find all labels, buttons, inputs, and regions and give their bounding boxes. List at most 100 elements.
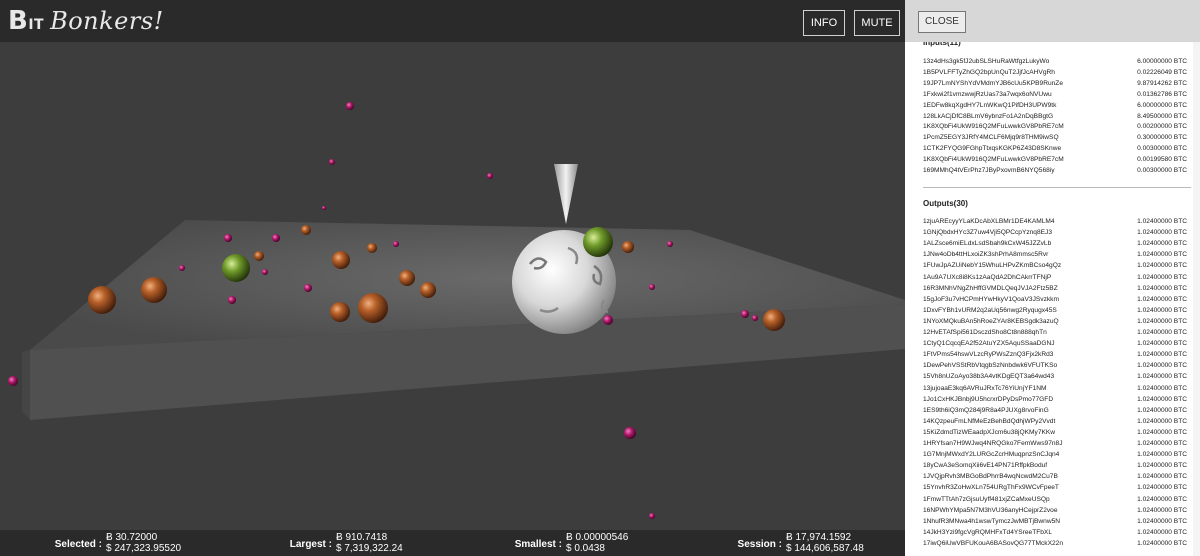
output-row[interactable]: 12HvETAfSpi561DsczdSho8Ct8n888qhTn 1.0240…	[923, 329, 1187, 340]
tx-address[interactable]: 1K8XQbFi4UkW916Q2MFuLwwkGV8PbRE7cM	[923, 123, 1064, 130]
tx-address[interactable]: 15Vh8nUZoAyo38b3A4vtKDgEQT3a64wd43	[923, 373, 1054, 380]
tx-address[interactable]: 1FtVPms54hswVLzcRyPWsZznQ3Fjx2kRd3	[923, 351, 1053, 358]
tx-address[interactable]: 1CTK2FYQG9FGhpTtxqsKGKP6Z43D8SKnwe	[923, 145, 1061, 152]
info-button[interactable]: INFO	[803, 10, 845, 36]
tx-address[interactable]: 15YnvhR3ZoHwXLn754URgThFx9WCvFpeeT	[923, 484, 1059, 491]
mute-button[interactable]: MUTE	[854, 10, 900, 36]
output-row[interactable]: 1NYoXMQkuBAn5hRoeZYAr8KEBSgdk3azuQ 1.0240…	[923, 318, 1187, 329]
magenta-coin[interactable]	[179, 265, 185, 271]
tx-address[interactable]: 1NYoXMQkuBAn5hRoeZYAr8KEBSgdk3azuQ	[923, 318, 1059, 325]
output-row[interactable]: 17iwQ6iUwVBFUKouA6BASovQG77TMckX22n 1.024…	[923, 540, 1187, 551]
output-row[interactable]: 1FmwTTtAh7zGjsuUyff481xjZCaMxeUSQp 1.0240…	[923, 496, 1187, 507]
magenta-coin[interactable]	[393, 241, 399, 247]
tx-address[interactable]: 128LkACjDfC8BLmV6ybnzFo1A2nDqBBgtG	[923, 113, 1053, 120]
magenta-coin[interactable]	[322, 206, 326, 210]
tx-address[interactable]: 1JNw4oDb4ttHLxoiZK3shPrhA8mmsc5Rvr	[923, 251, 1048, 258]
input-row[interactable]: 128LkACjDfC8BLmV6ybnzFo1A2nDqBBgtG 8.4950…	[923, 113, 1187, 124]
bronze-coin[interactable]	[330, 302, 350, 322]
magenta-coin[interactable]	[224, 234, 232, 242]
tx-address[interactable]: 14JkH3Yzi9fgcVgRQMHFxTd4YSreeTFbXL	[923, 529, 1052, 536]
output-row[interactable]: 1JNw4oDb4ttHLxoiZK3shPrhA8mmsc5Rvr 1.0240…	[923, 251, 1187, 262]
tx-address[interactable]: 16NPWhYMpa5N7M3hVU36anyHCejprZ2voe	[923, 507, 1058, 514]
tx-address[interactable]: 1PcmZ5EGY3JRfY4MCLF6Mjq9r8THM9iwSQ	[923, 134, 1059, 141]
magenta-coin[interactable]	[487, 173, 493, 179]
output-row[interactable]: 16NPWhYMpa5N7M3hVU36anyHCejprZ2voe 1.0240…	[923, 507, 1187, 518]
panel-scrollbar[interactable]	[1193, 42, 1200, 556]
output-row[interactable]: 1zjuAREcyyYLaKDcAbXLBMr1DE4KAMLM4 1.02400…	[923, 218, 1187, 229]
bronze-coin[interactable]	[367, 243, 377, 253]
tx-address[interactable]: 14KQzpeuFmLNfMeEzBehBdQdhjWPy2Vvdt	[923, 418, 1055, 425]
magenta-coin[interactable]	[262, 269, 268, 275]
tx-address[interactable]: 1DewPehVSStRbVtqgbSzNnbdwk6VFUTKSo	[923, 362, 1057, 369]
input-row[interactable]: 1B5PVLFFTyZhGQ2bpUnQuT2JjfJcAHVgRh 0.0222…	[923, 69, 1187, 80]
tx-address[interactable]: 1zjuAREcyyYLaKDcAbXLBMr1DE4KAMLM4	[923, 218, 1055, 225]
tx-address[interactable]: 1EDFw8kqXgdHY7LnWKwQ1PifDH3UPW9tk	[923, 102, 1056, 109]
tx-address[interactable]: 1GNjQbdxHYc3Z7uw4Vji5QPCcpYznq8EJ3	[923, 229, 1052, 236]
tx-address[interactable]: 12HvETAfSpi561DsczdSho8Ct8n888qhTn	[923, 329, 1047, 336]
tx-address[interactable]: 18yCwA3eSomqXii6vE14PN71RffpkBoduf	[923, 462, 1047, 469]
output-row[interactable]: 1FUwJpAZUiNebY15WhuLHPvZKmBCso4gQz 1.0240…	[923, 262, 1187, 273]
tx-address[interactable]: 1JVQjpRvh3MBGoBdPhrrB4wqNcwdM2Cu7B	[923, 473, 1058, 480]
output-row[interactable]: 1GNjQbdxHYc3Z7uw4Vji5QPCcpYznq8EJ3 1.0240…	[923, 229, 1187, 240]
world-3d[interactable]	[0, 42, 905, 530]
tx-address[interactable]: 1FUwJpAZUiNebY15WhuLHPvZKmBCso4gQz	[923, 262, 1061, 269]
bronze-coin[interactable]	[88, 286, 116, 314]
tx-address[interactable]: 1ES9th6iQ3mQ284j9R8a4PJUXg8rvoFinG	[923, 407, 1049, 414]
output-row[interactable]: 1DxvFYBh1vURM2q2aUq56nwg2Ryqugx45S 1.0240…	[923, 307, 1187, 318]
output-row[interactable]: 18yCwA3eSomqXii6vE14PN71RffpkBoduf 1.0240…	[923, 462, 1187, 473]
magenta-coin[interactable]	[752, 315, 758, 321]
magenta-coin[interactable]	[741, 310, 749, 318]
magenta-coin[interactable]	[228, 296, 236, 304]
close-button[interactable]: CLOSE	[918, 11, 966, 33]
bronze-coin[interactable]	[141, 277, 167, 303]
tx-address[interactable]: 1Jo1CxHKJBnbj9U5hcrxrDPyDsPmo77GFD	[923, 396, 1053, 403]
magenta-coin[interactable]	[667, 241, 673, 247]
output-row[interactable]: 1DewPehVSStRbVtqgbSzNnbdwk6VFUTKSo 1.0240…	[923, 362, 1187, 373]
magenta-coin[interactable]	[624, 427, 636, 439]
tx-address[interactable]: 1B5PVLFFTyZhGQ2bpUnQuT2JjfJcAHVgRh	[923, 69, 1055, 76]
output-row[interactable]: 16R3MNhVNgZhHffGVMDLQeqJVJA2Ftz5BZ 1.0240…	[923, 285, 1187, 296]
bronze-coin[interactable]	[301, 225, 311, 235]
magenta-coin[interactable]	[346, 102, 354, 110]
tx-address[interactable]: 19JP7LmNYShYdVMdmYJB6cUu5KPB9RunZe	[923, 80, 1063, 87]
tx-address[interactable]: 1DxvFYBh1vURM2q2aUq56nwg2Ryqugx45S	[923, 307, 1057, 314]
transaction-panel-body[interactable]: Inputs(11) 13z4dHs3gk5fJ2ubSLSHuRaWtfgzL…	[905, 38, 1200, 556]
output-row[interactable]: 1HRYfsan7H9WJwq4NRQGko7FemWws97n8J 1.0240…	[923, 440, 1187, 451]
green-coin[interactable]	[583, 227, 613, 257]
transaction-panel[interactable]: Inputs(11) 13z4dHs3gk5fJ2ubSLSHuRaWtfgzL…	[905, 0, 1200, 556]
magenta-coin[interactable]	[329, 159, 335, 165]
output-row[interactable]: 1ALZsce6miELdxLsdSbah9kCxW45JZZvLb 1.0240…	[923, 240, 1187, 251]
tx-address[interactable]: 1NhufR3MNwa4h1wswTymczJwMBTjBwnw5N	[923, 518, 1060, 525]
output-row[interactable]: 1G7MnjMWxdY2LURGcZcrHMuqpnzSnCJqn4 1.0240…	[923, 451, 1187, 462]
tx-address[interactable]: 1HRYfsan7H9WJwq4NRQGko7FemWws97n8J	[923, 440, 1063, 447]
output-row[interactable]: 15YnvhR3ZoHwXLn754URgThFx9WCvFpeeT 1.0240…	[923, 484, 1187, 495]
output-row[interactable]: 14JkH3Yzi9fgcVgRQMHFxTd4YSreeTFbXL 1.0240…	[923, 529, 1187, 540]
bronze-coin[interactable]	[358, 293, 388, 323]
magenta-coin[interactable]	[272, 234, 280, 242]
scene-viewport[interactable]: BIT Bonkers! INFO MUTE Selected : Ƀ 30.72…	[0, 0, 905, 556]
output-row[interactable]: 1ES9th6iQ3mQ284j9R8a4PJUXg8rvoFinG 1.0240…	[923, 407, 1187, 418]
output-row[interactable]: 1CtyQ1CqcqEA2f52AtuYZX5AquSSaaDGNJ 1.0240…	[923, 340, 1187, 351]
magenta-coin[interactable]	[603, 315, 613, 325]
magenta-coin[interactable]	[649, 513, 655, 519]
output-row[interactable]: 1Jo1CxHKJBnbj9U5hcrxrDPyDsPmo77GFD 1.0240…	[923, 396, 1187, 407]
output-row[interactable]: 15Vh8nUZoAyo38b3A4vtKDgEQT3a64wd43 1.0240…	[923, 373, 1187, 384]
input-row[interactable]: 1EDFw8kqXgdHY7LnWKwQ1PifDH3UPW9tk 6.00000…	[923, 102, 1187, 113]
output-row[interactable]: 1FtVPms54hswVLzcRyPWsZznQ3Fjx2kRd3 1.0240…	[923, 351, 1187, 362]
tx-address[interactable]: 13jujoaaE3kq6AVRuJRxTc76YiUnjYF1NM	[923, 385, 1047, 392]
input-row[interactable]: 1K8XQbFi4UkW916Q2MFuLwwkGV8PbRE7cM 0.0020…	[923, 123, 1187, 134]
input-row[interactable]: 169MMhQ4tVErPhz7JByPxovmB6NYQ568iy 0.0030…	[923, 167, 1187, 178]
bronze-coin[interactable]	[763, 309, 785, 331]
bronze-coin[interactable]	[399, 270, 415, 286]
magenta-coin[interactable]	[8, 376, 18, 386]
tx-address[interactable]: 1Au9A7UXc8i8Ks1zAaQdA2DhCAkrrTFNjP	[923, 274, 1051, 281]
tx-address[interactable]: 1ALZsce6miELdxLsdSbah9kCxW45JZZvLb	[923, 240, 1051, 247]
bronze-coin[interactable]	[622, 241, 634, 253]
world-svg[interactable]	[0, 42, 905, 530]
tx-address[interactable]: 17iwQ6iUwVBFUKouA6BASovQG77TMckX22n	[923, 540, 1063, 547]
magenta-coin[interactable]	[649, 284, 655, 290]
magenta-coin[interactable]	[304, 284, 312, 292]
tx-address[interactable]: 16R3MNhVNgZhHffGVMDLQeqJVJA2Ftz5BZ	[923, 285, 1058, 292]
bronze-coin[interactable]	[332, 251, 350, 269]
input-row[interactable]: 13z4dHs3gk5fJ2ubSLSHuRaWtfgzLukyWo 6.0000…	[923, 58, 1187, 69]
